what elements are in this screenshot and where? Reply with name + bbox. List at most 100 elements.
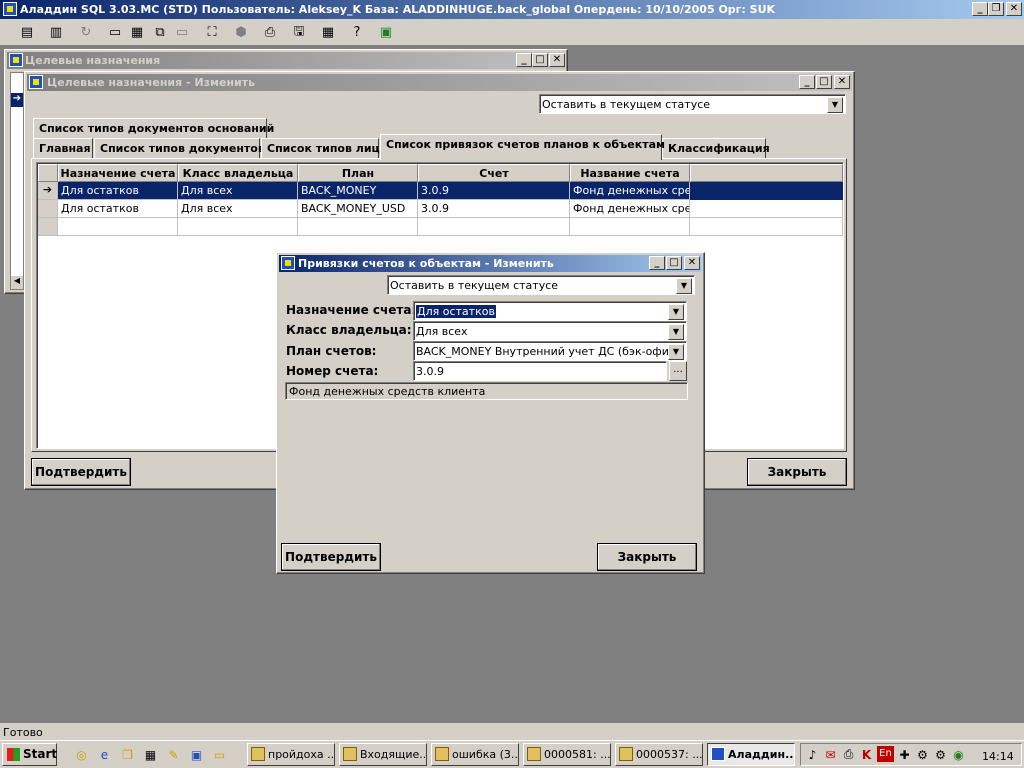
dialog-close-button-bottom[interactable]: Закрыть	[597, 543, 697, 571]
book-icon[interactable]: ▥	[45, 22, 67, 43]
chevron-down-icon[interactable]: ▼	[668, 344, 684, 360]
window-edit-status-select[interactable]: Оставить в текущем статусе ▼	[539, 94, 846, 114]
owner-class-select[interactable]: Для всех ▼	[413, 321, 687, 341]
kaspersky-icon[interactable]: K	[858, 746, 875, 763]
settings-icon[interactable]: ⚙	[932, 746, 949, 763]
chevron-down-icon[interactable]: ▼	[668, 304, 684, 320]
dialog-close-button[interactable]: ✕	[684, 256, 700, 270]
dialog-maximize-button[interactable]: □	[666, 256, 682, 270]
window-edit-minimize-button[interactable]: _	[799, 75, 815, 89]
grid-cell[interactable]: 3.0.9	[418, 200, 570, 218]
grid-cell[interactable]: Для всех	[178, 200, 298, 218]
printer-tray-icon[interactable]: ⎙	[840, 746, 857, 763]
grid-cell-empty[interactable]	[298, 218, 418, 236]
tab-main[interactable]: Главная	[33, 138, 93, 158]
window-edit-maximize-button[interactable]: □	[816, 75, 832, 89]
explorer-icon[interactable]: ▭	[211, 746, 228, 763]
dialog-status-select[interactable]: Оставить в текущем статусе ▼	[387, 275, 695, 295]
window-background-title-bar: Целевые назначения _ □ ✕	[7, 52, 565, 69]
help-icon[interactable]: ?	[346, 22, 368, 43]
task-item[interactable]: 0000581: ...	[523, 743, 611, 766]
task-label: 0000537: ...	[636, 748, 703, 761]
task-item[interactable]: 0000537: ...	[615, 743, 703, 766]
start-label: Start	[23, 747, 58, 761]
task-item-active[interactable]: Аладдин...	[707, 743, 795, 766]
grid-header-purpose[interactable]: Назначение счета	[58, 164, 178, 182]
save-icon[interactable]: 🖫	[288, 22, 310, 43]
tab-classification[interactable]: Классификация	[662, 138, 770, 158]
grid-header-account-name[interactable]: Название счета	[570, 164, 690, 182]
exit-icon[interactable]: ▣	[375, 22, 397, 43]
grid-cell-empty[interactable]	[178, 218, 298, 236]
grid-cell-empty[interactable]	[58, 218, 178, 236]
stop-icon[interactable]: ⬢	[230, 22, 252, 43]
volume-icon[interactable]: ♪	[804, 746, 821, 763]
window-background-minimize-button[interactable]: _	[516, 53, 532, 67]
grid-header-owner-class[interactable]: Класс владельца	[178, 164, 298, 182]
task-item[interactable]: пройдоха ...	[247, 743, 335, 766]
sync-icon[interactable]: ⚙	[914, 746, 931, 763]
grid-header-account[interactable]: Счет	[418, 164, 570, 182]
account-browse-button[interactable]: ...	[669, 361, 687, 381]
scroll-left-icon[interactable]: ◀	[11, 276, 23, 289]
purpose-select[interactable]: Для остатков ▼	[413, 301, 687, 321]
task-item[interactable]: Входящие...	[339, 743, 427, 766]
chevron-down-icon[interactable]: ▼	[827, 97, 843, 113]
grid-cell-empty[interactable]	[570, 218, 690, 236]
dialog-confirm-button[interactable]: Подтвердить	[281, 543, 381, 571]
folder-icon[interactable]: ❐	[119, 746, 136, 763]
tab-doc-types[interactable]: Список типов документов	[94, 138, 265, 158]
task-icon	[435, 747, 449, 761]
task-icon	[619, 747, 633, 761]
start-button[interactable]: Start	[2, 743, 57, 766]
window-edit-close-button-bottom[interactable]: Закрыть	[747, 458, 847, 486]
print-icon[interactable]: ⎙	[259, 22, 281, 43]
ie-icon[interactable]: e	[96, 746, 113, 763]
calendar-icon[interactable]: ▦	[317, 22, 339, 43]
minimize-button[interactable]: _	[972, 2, 988, 16]
account-number-input[interactable]: 3.0.9	[413, 361, 667, 381]
window-background-maximize-button[interactable]: □	[532, 53, 548, 67]
restore-button[interactable]: ❐	[988, 2, 1004, 16]
close-button[interactable]: ✕	[1006, 2, 1022, 16]
aladdin-icon[interactable]: ▣	[188, 746, 205, 763]
account-name-display: Фонд денежных средств клиента	[285, 382, 688, 400]
pencil-icon[interactable]: ✎	[165, 746, 182, 763]
tab-person-types[interactable]: Список типов лиц	[261, 138, 380, 158]
outlook-icon[interactable]: ◎	[73, 746, 90, 763]
refresh-icon[interactable]: ↻	[75, 22, 97, 43]
grid-cell[interactable]: Фонд денежных средс	[570, 182, 690, 200]
tool-icon[interactable]: ✚	[896, 746, 913, 763]
tile-icon[interactable]: ▦	[126, 22, 148, 43]
grid-cell[interactable]: Для остатков	[58, 182, 178, 200]
cascade-icon[interactable]: ⧉	[149, 22, 171, 43]
grid-cell[interactable]: 3.0.9	[418, 182, 570, 200]
grid-cell[interactable]: BACK_MONEY_USD	[298, 200, 418, 218]
binoculars-icon[interactable]: ⛶	[201, 22, 223, 43]
agent-icon[interactable]: ◉	[950, 746, 967, 763]
grid-cell[interactable]: Фонд денежных средс	[570, 200, 690, 218]
grid-cell[interactable]: Для всех	[178, 182, 298, 200]
dialog-minimize-button[interactable]: _	[649, 256, 665, 270]
network-icon[interactable]: ✉	[822, 746, 839, 763]
grid-cell[interactable]: Для остатков	[58, 200, 178, 218]
calendar-icon[interactable]: ▦	[142, 746, 159, 763]
chevron-down-icon[interactable]: ▼	[668, 324, 684, 340]
task-item[interactable]: ошибка (3...	[431, 743, 519, 766]
chevron-down-icon[interactable]: ▼	[676, 278, 692, 294]
blank-window-icon[interactable]: ▭	[171, 22, 193, 43]
ledger-icon[interactable]: ▤	[16, 22, 38, 43]
tab-account-bindings[interactable]: Список привязок счетов планов к объектам	[380, 134, 665, 160]
window-edit-close-button[interactable]: ✕	[834, 75, 850, 89]
plan-select[interactable]: BACK_MONEY Внутренний учет ДС (бэк-офис)…	[413, 341, 687, 361]
tab-doc-types-basis[interactable]: Список типов документов оснований	[33, 118, 274, 138]
row-pointer-icon: ➔	[11, 93, 23, 107]
grid-cell-empty[interactable]	[418, 218, 570, 236]
window-edit-confirm-button[interactable]: Подтвердить	[31, 458, 131, 486]
window-icon[interactable]: ▭	[104, 22, 126, 43]
language-indicator[interactable]: En	[877, 746, 894, 762]
window-background-close-button[interactable]: ✕	[549, 53, 565, 67]
grid-header-plan[interactable]: План	[298, 164, 418, 182]
window-edit-icon	[29, 75, 43, 89]
grid-cell[interactable]: BACK_MONEY	[298, 182, 418, 200]
